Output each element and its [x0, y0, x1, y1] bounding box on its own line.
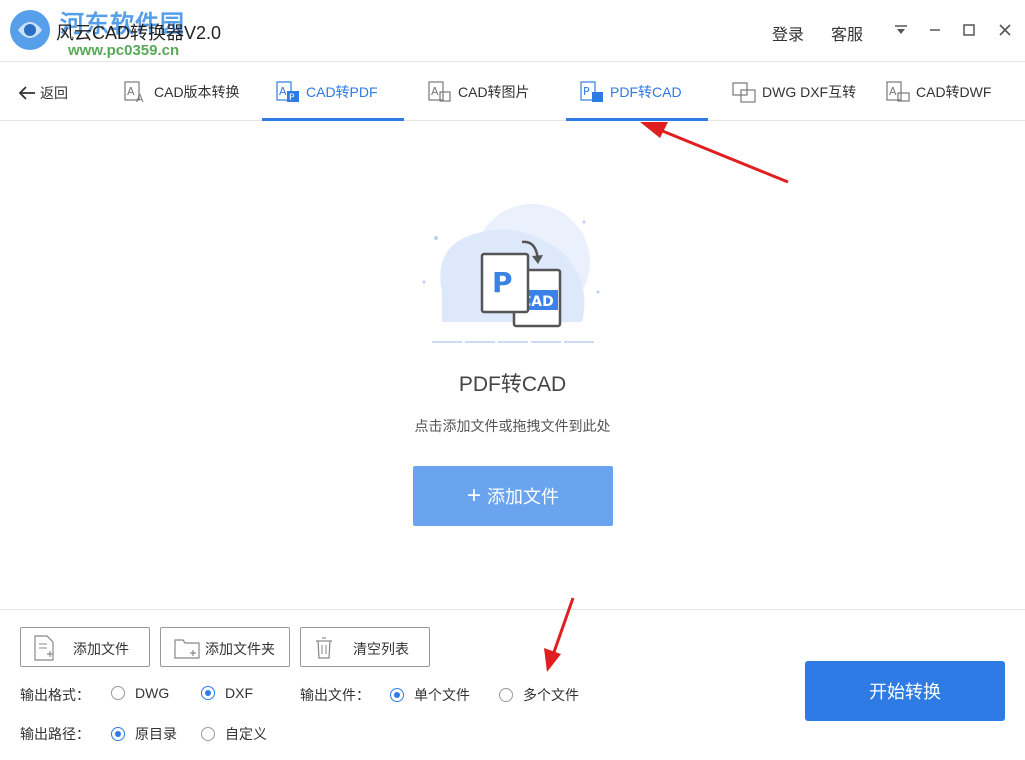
- tab-pdf-to-cad[interactable]: P PDF转CAD: [580, 63, 682, 121]
- svg-text:A: A: [136, 92, 144, 104]
- tab-dwg-dxf[interactable]: DWG DXF互转: [732, 63, 856, 121]
- path-radio-original[interactable]: 原目录: [111, 724, 177, 744]
- svg-text:A: A: [279, 85, 287, 98]
- tab-cad-to-image[interactable]: A CAD转图片: [428, 63, 530, 121]
- output-format-label: 输出格式：: [20, 687, 90, 703]
- radio-circle: [499, 688, 513, 702]
- radio-label: DWG: [135, 685, 170, 701]
- tab-label: CAD转DWF: [916, 84, 992, 100]
- tab-underline-pdf-to-cad: [566, 118, 708, 121]
- radio-circle: [201, 727, 215, 741]
- drop-area[interactable]: CAD P PDF转CAD 点击添加文件或拖拽文件到此处 + 添加文件: [0, 122, 1025, 608]
- tab-cad-to-dwf[interactable]: A CAD转DWF: [886, 63, 991, 121]
- clear-list-label: 清空列表: [353, 641, 409, 657]
- radio-label: 原目录: [135, 726, 177, 742]
- support-link[interactable]: 客服: [831, 21, 863, 45]
- menu-dropdown-icon[interactable]: [889, 18, 913, 42]
- back-label: 返回: [40, 85, 68, 101]
- radio-label: 多个文件: [523, 687, 579, 703]
- add-file-button[interactable]: 添加文件: [20, 627, 150, 667]
- watermark-url: www.pc0359.cn: [68, 42, 180, 59]
- tab-label: CAD转PDF: [306, 84, 378, 100]
- pdf-to-cad-illustration: CAD P: [422, 204, 600, 343]
- file-radio-single[interactable]: 单个文件: [390, 685, 470, 705]
- cad-version-icon: AA: [124, 81, 144, 104]
- svg-text:A: A: [431, 85, 439, 98]
- svg-text:A: A: [889, 85, 897, 98]
- tab-cad-version[interactable]: AA CAD版本转换: [124, 63, 240, 121]
- illustration-p-text: P: [492, 266, 513, 299]
- add-folder-button[interactable]: 添加文件夹: [160, 627, 290, 667]
- app-logo-icon: [10, 10, 50, 50]
- tab-cad-to-pdf[interactable]: AP CAD转PDF: [276, 63, 378, 121]
- tab-label: CAD版本转换: [154, 84, 240, 100]
- cad-to-dwf-icon: A: [886, 81, 910, 102]
- add-file-big-label: 添加文件: [487, 487, 559, 507]
- start-convert-button[interactable]: 开始转换: [805, 661, 1005, 721]
- cad-to-pdf-icon: AP: [276, 81, 299, 103]
- format-radio-dwg[interactable]: DWG: [111, 685, 169, 701]
- svg-text:P: P: [583, 85, 590, 98]
- close-icon[interactable]: [993, 18, 1017, 42]
- back-arrow-icon: [18, 86, 35, 100]
- maximize-icon[interactable]: [957, 18, 981, 42]
- main-title: PDF转CAD: [458, 373, 567, 396]
- add-file-icon: [34, 635, 54, 661]
- clear-list-button[interactable]: 清空列表: [300, 627, 430, 667]
- drop-hint: 点击添加文件或拖拽文件到此处: [414, 418, 611, 434]
- radio-circle: [390, 688, 404, 702]
- format-radio-dxf[interactable]: DXF: [201, 685, 253, 701]
- radio-circle: [111, 727, 125, 741]
- path-radio-custom[interactable]: 自定义: [201, 724, 267, 744]
- bottom-panel: 添加文件 添加文件夹 清空列表 输出格式： DWG DXF 输出文件： 单个文件…: [0, 609, 1025, 760]
- tab-label: PDF转CAD: [610, 84, 682, 100]
- radio-label: 自定义: [225, 726, 267, 742]
- svg-text:A: A: [127, 85, 135, 98]
- add-file-label: 添加文件: [73, 641, 129, 657]
- tab-label: DWG DXF互转: [762, 84, 857, 100]
- tab-bar: 返回 AA CAD版本转换 AP CAD转PDF A CAD转图片 P PDF转…: [0, 63, 1025, 121]
- dwg-dxf-icon: [732, 82, 756, 103]
- output-file-label: 输出文件：: [300, 687, 370, 703]
- radio-label: 单个文件: [414, 687, 470, 703]
- plus-icon: +: [466, 482, 481, 509]
- radio-circle: [111, 686, 125, 700]
- tab-underline-cad-to-pdf: [262, 118, 404, 121]
- output-path-label: 输出路径：: [20, 726, 90, 742]
- minimize-icon[interactable]: [923, 18, 947, 42]
- trash-icon: [316, 637, 332, 659]
- file-radio-multiple[interactable]: 多个文件: [499, 685, 579, 705]
- radio-label: DXF: [225, 685, 253, 701]
- radio-circle: [201, 686, 215, 700]
- login-link[interactable]: 登录: [772, 21, 804, 45]
- cad-to-image-icon: A: [428, 81, 451, 102]
- title-bar: 河东软件园 风云CAD转换器V2.0 www.pc0359.cn 登录 客服: [0, 0, 1025, 62]
- tab-label: CAD转图片: [458, 84, 530, 100]
- pdf-to-cad-icon: P: [580, 81, 603, 102]
- add-file-big-button[interactable]: + 添加文件: [413, 466, 613, 526]
- add-folder-icon: [174, 639, 200, 659]
- add-folder-label: 添加文件夹: [205, 641, 275, 657]
- back-button[interactable]: 返回: [18, 83, 68, 103]
- svg-text:P: P: [289, 93, 295, 103]
